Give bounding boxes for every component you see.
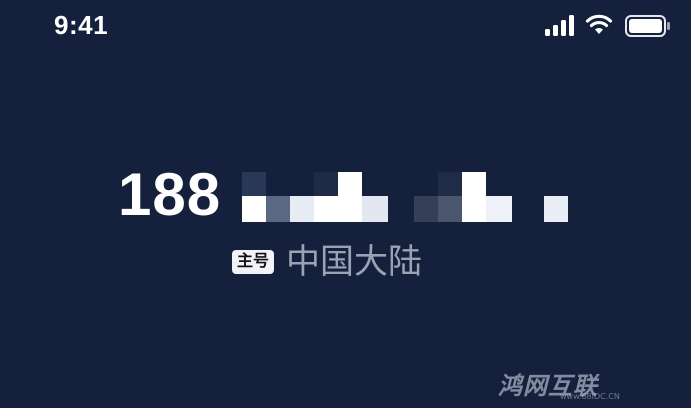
signal-icon — [545, 14, 574, 36]
status-time: 9:41 — [54, 10, 109, 40]
primary-line-badge: 主号 — [232, 250, 275, 274]
number-info: 主号 中国大陆 — [232, 242, 422, 282]
phone-prefix: 188 — [118, 161, 222, 228]
region-label: 中国大陆 — [286, 243, 423, 281]
battery-icon — [625, 15, 670, 37]
watermark-url: www.68IDC.CN — [560, 392, 620, 401]
wifi-icon — [585, 14, 613, 34]
status-bar: 9:41 — [0, 0, 691, 56]
